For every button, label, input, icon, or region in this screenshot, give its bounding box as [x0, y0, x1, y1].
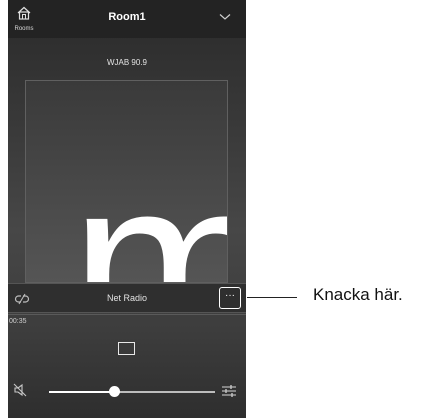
rooms-label: Rooms [14, 26, 34, 32]
top-bar: Rooms Room1 [8, 0, 246, 38]
speaker-mute-icon[interactable] [13, 383, 27, 397]
station-name: WJAB 90.9 [106, 58, 147, 67]
artwork-letter: m [70, 125, 228, 283]
volume-fill [49, 391, 114, 393]
stop-button[interactable] [118, 342, 135, 355]
equalizer-icon[interactable] [221, 384, 237, 398]
elapsed-time: 00:35 [9, 318, 27, 325]
callout-line [247, 297, 297, 299]
volume-thumb[interactable] [108, 386, 120, 397]
album-artwork: m [25, 80, 228, 283]
source-bar: Net Radio ··· [8, 283, 246, 313]
chevron-down-icon[interactable] [219, 13, 231, 21]
room-title[interactable]: Room1 [8, 11, 246, 23]
more-options-button[interactable]: ··· [219, 287, 241, 309]
source-label: Net Radio [106, 293, 148, 303]
volume-slider[interactable] [49, 386, 215, 397]
phone-screen: Rooms Room1 WJAB 90.9 m Net Radio ··· 00… [8, 0, 246, 418]
progress-track [8, 314, 246, 315]
callout-text: Knacka här. [313, 285, 403, 304]
